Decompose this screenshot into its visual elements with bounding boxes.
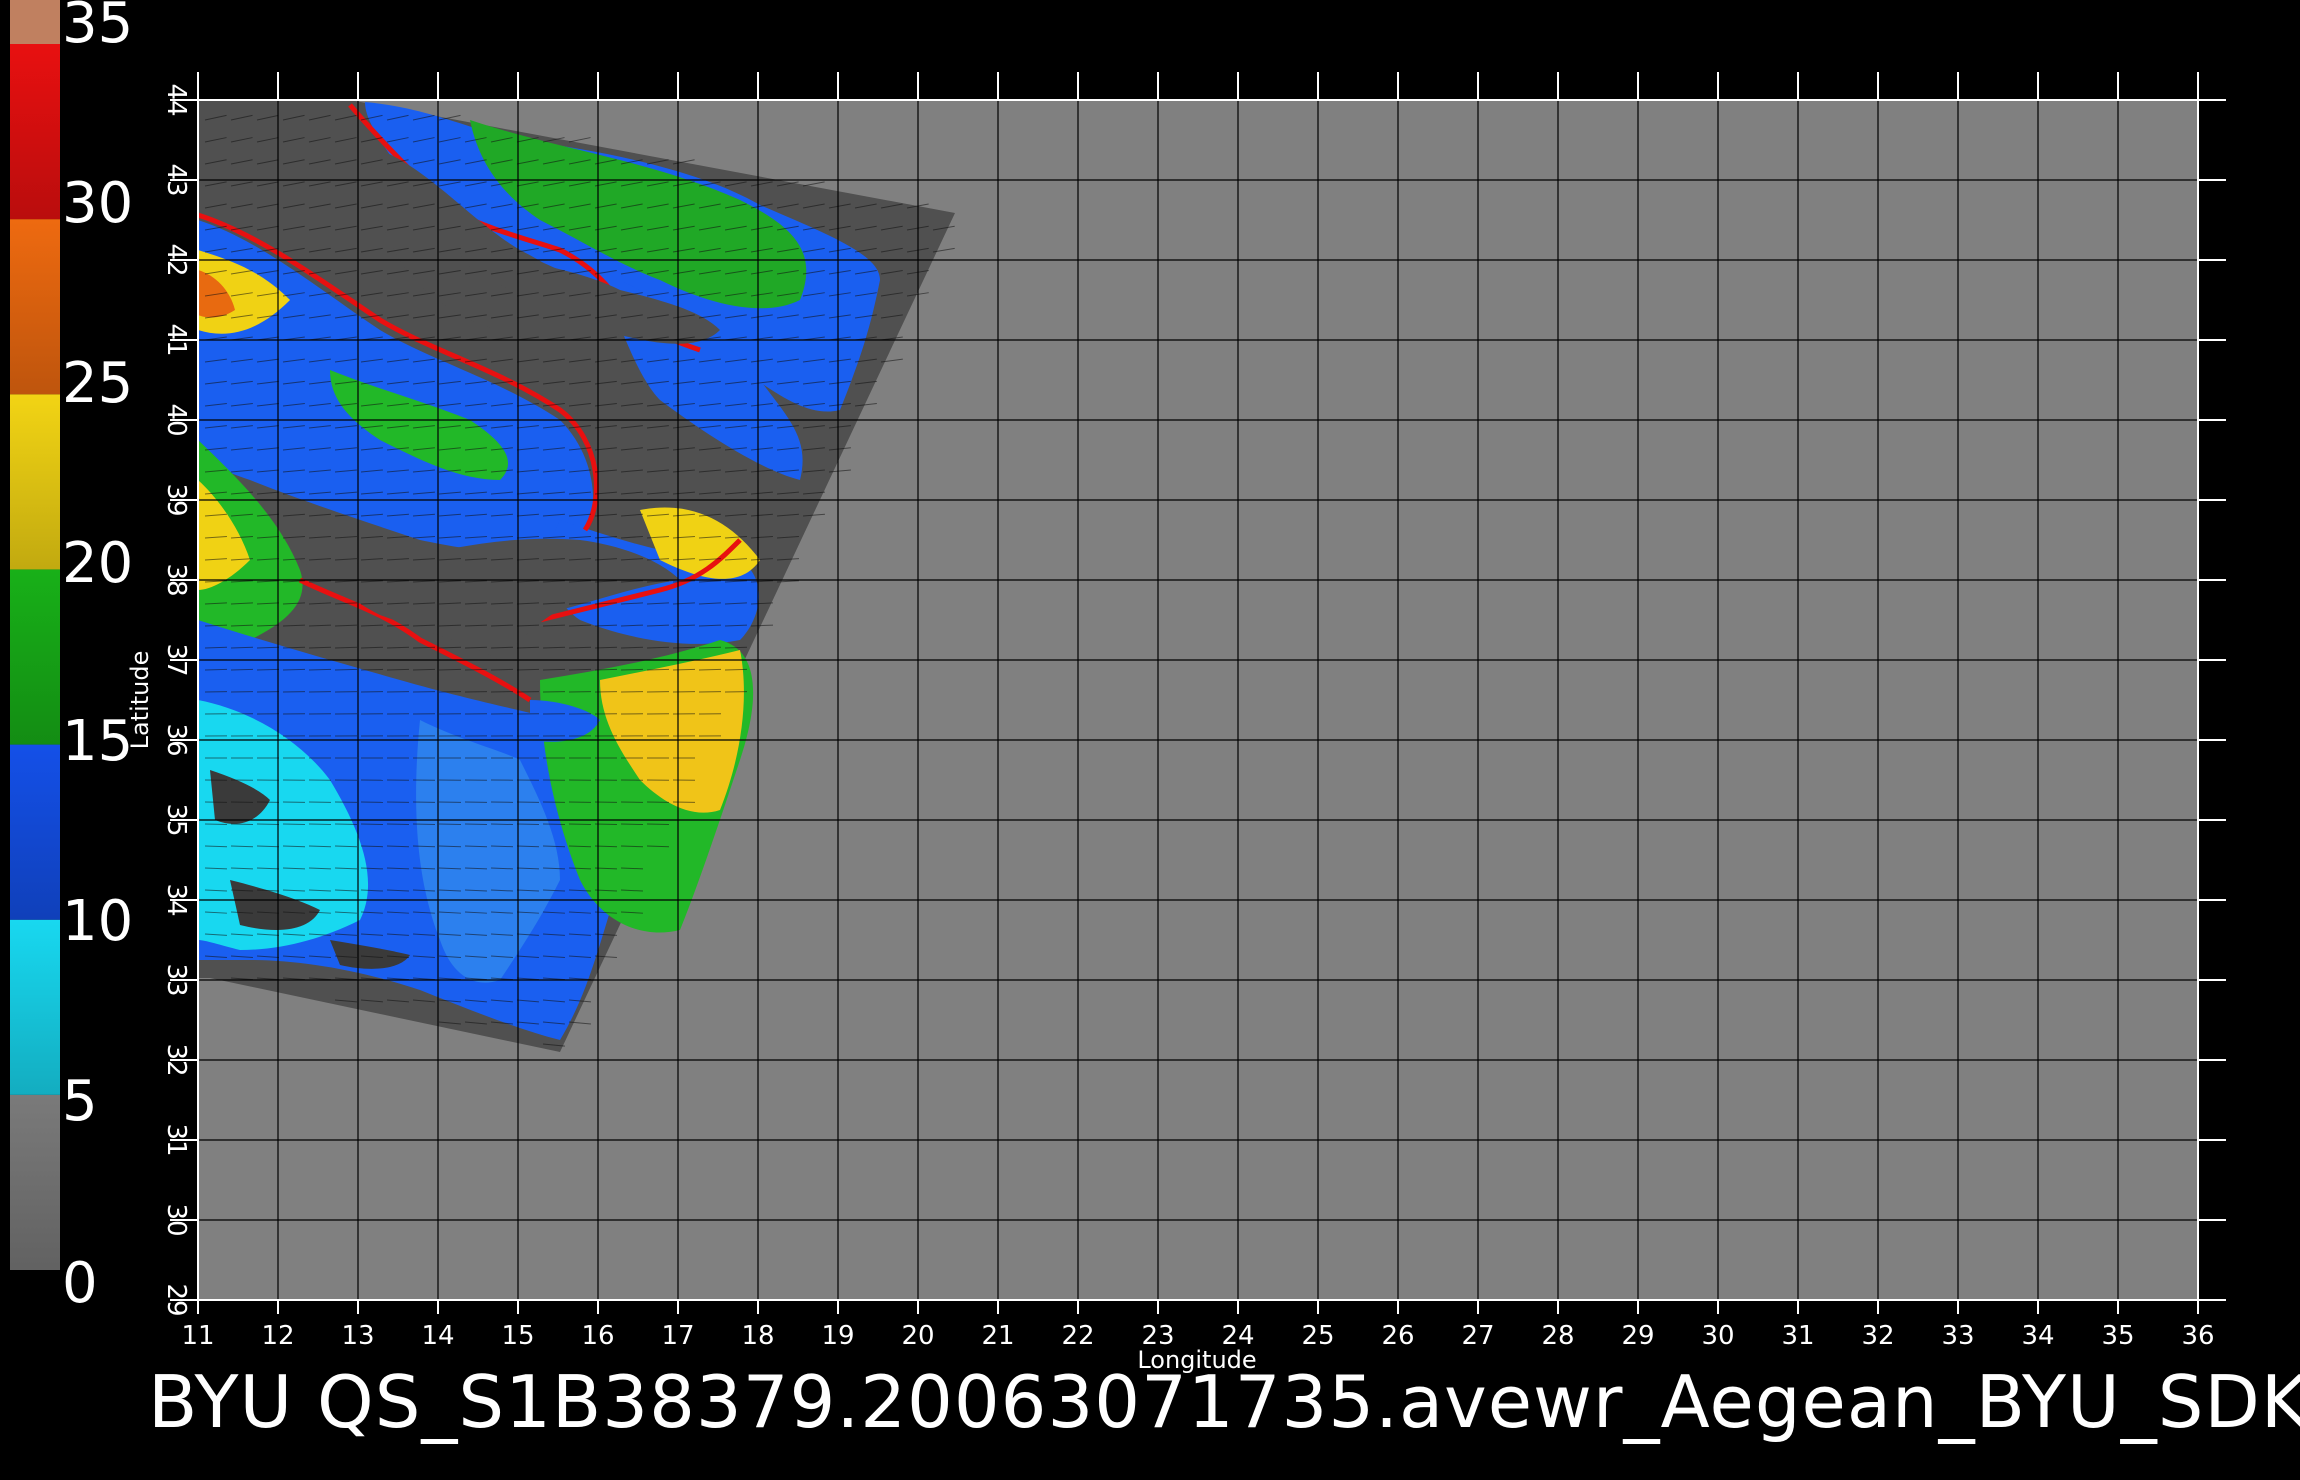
lat-tick-label: 37 bbox=[161, 643, 191, 676]
lon-tick-label: 34 bbox=[2021, 1321, 2054, 1351]
lon-tick-label: 31 bbox=[1781, 1321, 1814, 1351]
color-scale-tick-label: 10 bbox=[62, 889, 133, 954]
color-scale-band bbox=[10, 744, 60, 920]
lon-tick-label: 33 bbox=[1941, 1321, 1974, 1351]
lat-tick-label: 40 bbox=[161, 403, 191, 436]
lon-tick-label: 27 bbox=[1461, 1321, 1494, 1351]
lon-tick-label: 19 bbox=[821, 1321, 854, 1351]
lon-tick-label: 25 bbox=[1301, 1321, 1334, 1351]
color-scale-band bbox=[10, 44, 60, 220]
lon-tick-label: 30 bbox=[1701, 1321, 1734, 1351]
lat-tick-label: 31 bbox=[161, 1123, 191, 1156]
color-scale-band bbox=[10, 919, 60, 1095]
wind-speed-map-figure: 0 5 10 15 20 25 30 35 11 12 13 14 15 16 17 18 1… bbox=[10, 0, 2226, 1374]
color-scale-band bbox=[10, 219, 60, 395]
color-scale-tick-label: 15 bbox=[62, 709, 133, 774]
lon-tick-label: 35 bbox=[2101, 1321, 2134, 1351]
lat-tick-label: 29 bbox=[161, 1283, 191, 1316]
lon-tick-label: 12 bbox=[261, 1321, 294, 1351]
lat-tick-label: 44 bbox=[161, 83, 191, 116]
color-scale-band bbox=[10, 1094, 60, 1270]
lon-tick-label: 20 bbox=[901, 1321, 934, 1351]
color-scale-tick-label: 0 bbox=[62, 1251, 98, 1316]
lat-tick-label: 38 bbox=[161, 563, 191, 596]
color-scale-band bbox=[10, 394, 60, 570]
y-axis-label: Latitude bbox=[126, 651, 154, 750]
color-scale-tick-labels: 0 5 10 15 20 25 30 35 bbox=[62, 0, 133, 1316]
lon-tick-label: 18 bbox=[741, 1321, 774, 1351]
lon-tick-label: 22 bbox=[1061, 1321, 1094, 1351]
color-scale-tick-label: 25 bbox=[62, 351, 133, 416]
lon-tick-label: 15 bbox=[501, 1321, 534, 1351]
lon-tick-label: 13 bbox=[341, 1321, 374, 1351]
lat-tick-label: 32 bbox=[161, 1043, 191, 1076]
map-plot-area: 11 12 13 14 15 16 17 18 19 20 21 22 23 24 25 26 27 28 29 30… bbox=[126, 72, 2226, 1374]
lat-tick-label: 35 bbox=[161, 803, 191, 836]
lat-tick-label: 43 bbox=[161, 163, 191, 196]
lat-tick-label: 39 bbox=[161, 483, 191, 516]
lon-tick-label: 28 bbox=[1541, 1321, 1574, 1351]
color-scale-band bbox=[10, 569, 60, 745]
lat-tick-label: 42 bbox=[161, 243, 191, 276]
color-scale-tick-label: 20 bbox=[62, 531, 133, 596]
lon-tick-label: 29 bbox=[1621, 1321, 1654, 1351]
color-scale-tick-label: 5 bbox=[62, 1069, 98, 1134]
lon-tick-label: 26 bbox=[1381, 1321, 1414, 1351]
lat-tick-label: 36 bbox=[161, 723, 191, 756]
lon-tick-label: 11 bbox=[181, 1321, 214, 1351]
lon-tick-label: 17 bbox=[661, 1321, 694, 1351]
image-caption: BYU QS_S1B38379.20063071735.avewr_Aegean… bbox=[148, 1360, 2300, 1444]
lon-tick-label: 21 bbox=[981, 1321, 1014, 1351]
lon-tick-label: 14 bbox=[421, 1321, 454, 1351]
lat-tick-label: 30 bbox=[161, 1203, 191, 1236]
color-scale-tick-label: 35 bbox=[62, 0, 133, 56]
lon-tick-label: 32 bbox=[1861, 1321, 1894, 1351]
lat-tick-label: 41 bbox=[161, 323, 191, 356]
color-scale-tick-label: 30 bbox=[62, 171, 133, 236]
lat-tick-label: 33 bbox=[161, 963, 191, 996]
lon-tick-label: 16 bbox=[581, 1321, 614, 1351]
lat-tick-label: 34 bbox=[161, 883, 191, 916]
lon-tick-label: 36 bbox=[2181, 1321, 2214, 1351]
color-scale-bar bbox=[10, 0, 60, 1270]
color-scale-cap bbox=[10, 0, 60, 44]
